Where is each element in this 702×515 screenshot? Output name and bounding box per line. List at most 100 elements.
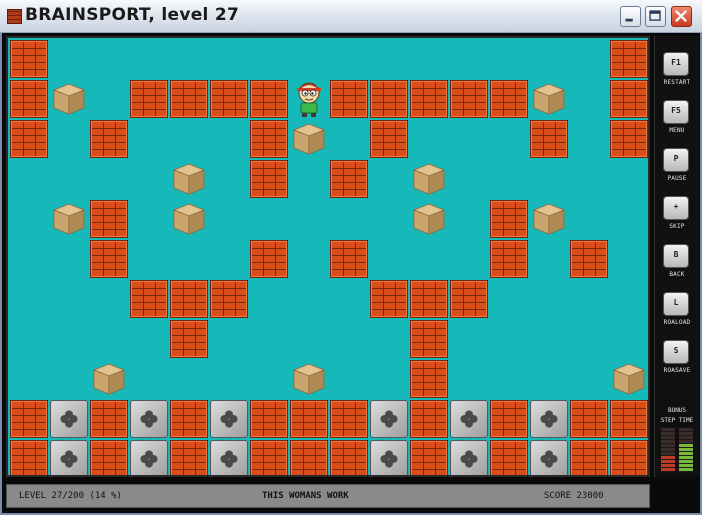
brick-wall [90,120,128,158]
meter-segment [661,452,675,455]
status-bar: LEVEL 27/200 (14 %) THIS WOMANS WORK SCO… [6,484,650,508]
meter-segment [679,452,693,455]
brick-wall [570,400,608,438]
bonus-title: BONUS [667,407,687,414]
brick-wall [130,80,168,118]
meter-segment [661,468,675,471]
brick-wall [610,400,648,438]
brick-wall [170,80,208,118]
brick-wall [250,80,288,118]
brick-wall [10,440,48,475]
crate-box[interactable] [292,122,326,156]
brick-wall [90,440,128,475]
brick-wall [10,120,48,158]
meter-segment [679,428,693,431]
brick-wall [490,80,528,118]
brick-wall [170,320,208,358]
meter-segment [679,460,693,463]
brick-wall [330,400,368,438]
brick-wall [610,440,648,475]
brick-wall [330,240,368,278]
maximize-button[interactable] [645,6,666,27]
brick-wall [410,400,448,438]
close-icon [675,10,687,22]
meter-segment [679,436,693,439]
crate-box[interactable] [172,202,206,236]
close-button[interactable] [671,6,692,27]
brick-wall [10,80,48,118]
brick-wall [290,440,328,475]
brick-wall [90,200,128,238]
minimize-button[interactable] [620,6,641,27]
key-label: RESTART [663,79,691,86]
crate-box[interactable] [52,82,86,116]
level-indicator: LEVEL 27/200 (14 %) [19,491,122,501]
brick-wall [250,440,288,475]
clover-target-tile [450,440,488,475]
minimize-icon [625,18,633,22]
meter-segment [679,432,693,435]
player-character[interactable] [292,80,326,118]
key-back-button[interactable]: B [663,244,689,268]
brick-wall [530,120,568,158]
key-pause-button[interactable]: P [663,148,689,172]
key-roasave-button[interactable]: S [663,340,689,364]
key-label: MENU [669,127,685,134]
brick-wall [250,400,288,438]
meter-segment [679,440,693,443]
clover-target-tile [50,400,88,438]
crate-box[interactable] [532,202,566,236]
meter-segment [661,440,675,443]
meter-segment [679,448,693,451]
brick-wall [370,280,408,318]
brick-wall [490,200,528,238]
brick-wall [570,240,608,278]
level-name: THIS WOMANS WORK [262,491,349,501]
clover-target-tile [210,440,248,475]
title-bar[interactable]: BRAINSPORT, level 27 [0,0,702,33]
brick-wall [410,360,448,398]
brick-wall [410,320,448,358]
brick-wall [250,240,288,278]
crate-box[interactable] [412,162,446,196]
brick-wall [490,240,528,278]
step-label: STEP [660,417,676,424]
brick-wall [250,120,288,158]
crate-box[interactable] [292,362,326,396]
step-bonus-meter [661,428,675,472]
key-label: SKIP [669,223,685,230]
crate-box[interactable] [412,202,446,236]
brick-wall [90,240,128,278]
brick-wall [410,440,448,475]
crate-box[interactable] [612,362,646,396]
score-display: SCORE 23000 [544,491,604,501]
clover-target-tile [50,440,88,475]
brick-wall [450,280,488,318]
crate-box[interactable] [92,362,126,396]
key-roaload-button[interactable]: L [663,292,689,316]
meter-segment [661,432,675,435]
key-label: ROASAVE [663,367,691,374]
maximize-icon [649,10,661,21]
brick-wall [450,80,488,118]
clover-target-tile [530,440,568,475]
brick-wall [250,160,288,198]
brick-wall [410,80,448,118]
brick-wall [170,280,208,318]
crate-box[interactable] [52,202,86,236]
clover-target-tile [210,400,248,438]
game-board[interactable] [6,36,650,477]
meter-segment [679,464,693,467]
bonus-labels: STEP TIME [655,417,699,424]
meter-segment [661,444,675,447]
key-skip-button[interactable]: + [663,196,689,220]
key-restart-button[interactable]: F1 [663,52,689,76]
crate-box[interactable] [172,162,206,196]
crate-box[interactable] [532,82,566,116]
window-title: BRAINSPORT, level 27 [25,5,240,25]
key-menu-button[interactable]: F5 [663,100,689,124]
meter-segment [661,456,675,459]
brick-wall [10,40,48,78]
time-bonus-meter [679,428,693,472]
brick-wall [210,280,248,318]
